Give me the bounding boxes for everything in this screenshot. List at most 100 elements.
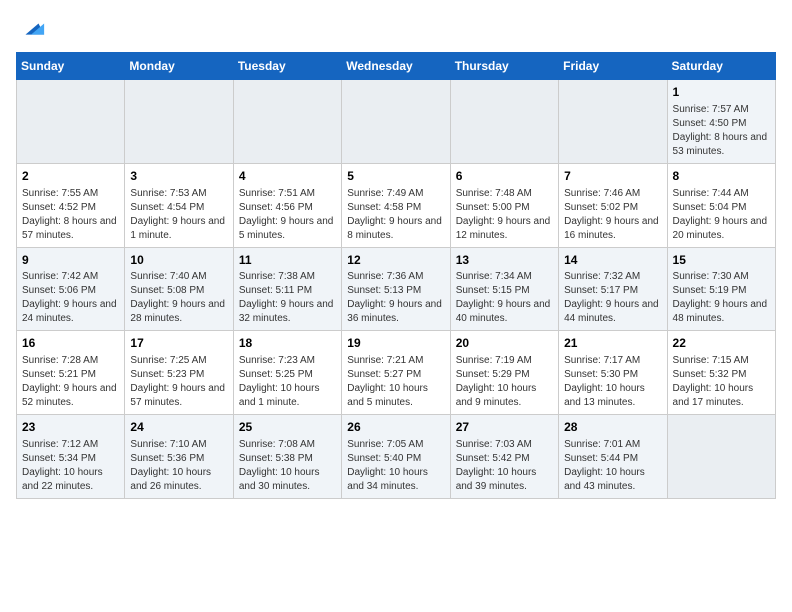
day-number: 26 — [347, 419, 444, 436]
day-number: 11 — [239, 252, 336, 269]
day-number: 5 — [347, 168, 444, 185]
calendar-cell: 8 Sunrise: 7:44 AM Sunset: 5:04 PM Daylig… — [667, 163, 775, 247]
calendar-cell: 23 Sunrise: 7:12 AM Sunset: 5:34 PM Dayli… — [17, 415, 125, 499]
day-number: 20 — [456, 335, 553, 352]
day-number: 23 — [22, 419, 119, 436]
calendar-cell: 22 Sunrise: 7:15 AM Sunset: 5:32 PM Dayli… — [667, 331, 775, 415]
day-info: Sunrise: 7:38 AM Sunset: 5:11 PM Dayligh… — [239, 270, 336, 326]
calendar-cell: 11Sunrise: 7:38 AM Sunset: 5:11 PM Dayli… — [233, 247, 341, 331]
day-info: Sunrise: 7:44 AM Sunset: 5:04 PM Dayligh… — [673, 187, 770, 243]
calendar-cell: 26 Sunrise: 7:05 AM Sunset: 5:40 PM Dayli… — [342, 415, 450, 499]
day-info: Sunrise: 7:36 AM Sunset: 5:13 PM Dayligh… — [347, 270, 444, 326]
col-header-wednesday: Wednesday — [342, 53, 450, 80]
day-number: 17 — [130, 335, 227, 352]
calendar: SundayMondayTuesdayWednesdayThursdayFrid… — [16, 52, 776, 499]
calendar-cell: 14Sunrise: 7:32 AM Sunset: 5:17 PM Dayli… — [559, 247, 667, 331]
calendar-cell: 5 Sunrise: 7:49 AM Sunset: 4:58 PM Daylig… — [342, 163, 450, 247]
col-header-tuesday: Tuesday — [233, 53, 341, 80]
calendar-cell: 7Sunrise: 7:46 AM Sunset: 5:02 PM Daylig… — [559, 163, 667, 247]
calendar-cell: 17 Sunrise: 7:25 AM Sunset: 5:23 PM Dayli… — [125, 331, 233, 415]
calendar-cell — [450, 80, 558, 164]
day-number: 14 — [564, 252, 661, 269]
calendar-cell: 16Sunrise: 7:28 AM Sunset: 5:21 PM Dayli… — [17, 331, 125, 415]
calendar-header-row: SundayMondayTuesdayWednesdayThursdayFrid… — [17, 53, 776, 80]
day-number: 3 — [130, 168, 227, 185]
day-number: 2 — [22, 168, 119, 185]
day-number: 18 — [239, 335, 336, 352]
calendar-cell: 21 Sunrise: 7:17 AM Sunset: 5:30 PM Dayli… — [559, 331, 667, 415]
day-number: 22 — [673, 335, 770, 352]
calendar-cell: 28 Sunrise: 7:01 AM Sunset: 5:44 PM Dayli… — [559, 415, 667, 499]
day-info: Sunrise: 7:28 AM Sunset: 5:21 PM Dayligh… — [22, 354, 119, 410]
day-info: Sunrise: 7:30 AM Sunset: 5:19 PM Dayligh… — [673, 270, 770, 326]
day-info: Sunrise: 7:10 AM Sunset: 5:36 PM Dayligh… — [130, 438, 227, 494]
day-info: Sunrise: 7:57 AM Sunset: 4:50 PM Dayligh… — [673, 103, 770, 159]
day-number: 9 — [22, 252, 119, 269]
calendar-cell — [667, 415, 775, 499]
calendar-week-2: 2 Sunrise: 7:55 AM Sunset: 4:52 PM Daylig… — [17, 163, 776, 247]
day-number: 25 — [239, 419, 336, 436]
calendar-cell: 13Sunrise: 7:34 AM Sunset: 5:15 PM Dayli… — [450, 247, 558, 331]
calendar-cell — [17, 80, 125, 164]
calendar-cell: 20 Sunrise: 7:19 AM Sunset: 5:29 PM Dayli… — [450, 331, 558, 415]
day-info: Sunrise: 7:01 AM Sunset: 5:44 PM Dayligh… — [564, 438, 661, 494]
day-number: 4 — [239, 168, 336, 185]
day-info: Sunrise: 7:48 AM Sunset: 5:00 PM Dayligh… — [456, 187, 553, 243]
calendar-cell: 27 Sunrise: 7:03 AM Sunset: 5:42 PM Dayli… — [450, 415, 558, 499]
calendar-cell: 6 Sunrise: 7:48 AM Sunset: 5:00 PM Daylig… — [450, 163, 558, 247]
calendar-cell — [559, 80, 667, 164]
col-header-monday: Monday — [125, 53, 233, 80]
calendar-week-5: 23 Sunrise: 7:12 AM Sunset: 5:34 PM Dayli… — [17, 415, 776, 499]
calendar-cell: 3 Sunrise: 7:53 AM Sunset: 4:54 PM Daylig… — [125, 163, 233, 247]
day-number: 6 — [456, 168, 553, 185]
calendar-week-3: 9Sunrise: 7:42 AM Sunset: 5:06 PM Daylig… — [17, 247, 776, 331]
day-info: Sunrise: 7:53 AM Sunset: 4:54 PM Dayligh… — [130, 187, 227, 243]
calendar-cell — [342, 80, 450, 164]
day-info: Sunrise: 7:05 AM Sunset: 5:40 PM Dayligh… — [347, 438, 444, 494]
day-number: 15 — [673, 252, 770, 269]
col-header-saturday: Saturday — [667, 53, 775, 80]
day-info: Sunrise: 7:40 AM Sunset: 5:08 PM Dayligh… — [130, 270, 227, 326]
col-header-friday: Friday — [559, 53, 667, 80]
calendar-cell: 18 Sunrise: 7:23 AM Sunset: 5:25 PM Dayli… — [233, 331, 341, 415]
day-info: Sunrise: 7:55 AM Sunset: 4:52 PM Dayligh… — [22, 187, 119, 243]
day-info: Sunrise: 7:34 AM Sunset: 5:15 PM Dayligh… — [456, 270, 553, 326]
calendar-cell: 2 Sunrise: 7:55 AM Sunset: 4:52 PM Daylig… — [17, 163, 125, 247]
calendar-cell: 1 Sunrise: 7:57 AM Sunset: 4:50 PM Daylig… — [667, 80, 775, 164]
calendar-cell: 9Sunrise: 7:42 AM Sunset: 5:06 PM Daylig… — [17, 247, 125, 331]
calendar-week-4: 16Sunrise: 7:28 AM Sunset: 5:21 PM Dayli… — [17, 331, 776, 415]
calendar-cell — [125, 80, 233, 164]
day-number: 24 — [130, 419, 227, 436]
calendar-cell: 25 Sunrise: 7:08 AM Sunset: 5:38 PM Dayli… — [233, 415, 341, 499]
day-number: 19 — [347, 335, 444, 352]
col-header-sunday: Sunday — [17, 53, 125, 80]
day-info: Sunrise: 7:19 AM Sunset: 5:29 PM Dayligh… — [456, 354, 553, 410]
day-info: Sunrise: 7:23 AM Sunset: 5:25 PM Dayligh… — [239, 354, 336, 410]
day-info: Sunrise: 7:03 AM Sunset: 5:42 PM Dayligh… — [456, 438, 553, 494]
day-info: Sunrise: 7:17 AM Sunset: 5:30 PM Dayligh… — [564, 354, 661, 410]
calendar-cell: 24 Sunrise: 7:10 AM Sunset: 5:36 PM Dayli… — [125, 415, 233, 499]
day-info: Sunrise: 7:42 AM Sunset: 5:06 PM Dayligh… — [22, 270, 119, 326]
day-number: 8 — [673, 168, 770, 185]
day-number: 1 — [673, 84, 770, 101]
day-info: Sunrise: 7:25 AM Sunset: 5:23 PM Dayligh… — [130, 354, 227, 410]
day-info: Sunrise: 7:46 AM Sunset: 5:02 PM Dayligh… — [564, 187, 661, 243]
day-number: 13 — [456, 252, 553, 269]
page-header — [16, 16, 776, 44]
calendar-cell: 15Sunrise: 7:30 AM Sunset: 5:19 PM Dayli… — [667, 247, 775, 331]
day-number: 12 — [347, 252, 444, 269]
calendar-cell: 19Sunrise: 7:21 AM Sunset: 5:27 PM Dayli… — [342, 331, 450, 415]
day-info: Sunrise: 7:08 AM Sunset: 5:38 PM Dayligh… — [239, 438, 336, 494]
day-info: Sunrise: 7:12 AM Sunset: 5:34 PM Dayligh… — [22, 438, 119, 494]
day-info: Sunrise: 7:15 AM Sunset: 5:32 PM Dayligh… — [673, 354, 770, 410]
day-info: Sunrise: 7:49 AM Sunset: 4:58 PM Dayligh… — [347, 187, 444, 243]
calendar-week-1: 1 Sunrise: 7:57 AM Sunset: 4:50 PM Daylig… — [17, 80, 776, 164]
day-number: 21 — [564, 335, 661, 352]
logo-icon — [18, 16, 46, 44]
day-info: Sunrise: 7:51 AM Sunset: 4:56 PM Dayligh… — [239, 187, 336, 243]
day-number: 28 — [564, 419, 661, 436]
day-number: 27 — [456, 419, 553, 436]
day-number: 10 — [130, 252, 227, 269]
logo — [16, 16, 46, 44]
calendar-cell: 10Sunrise: 7:40 AM Sunset: 5:08 PM Dayli… — [125, 247, 233, 331]
